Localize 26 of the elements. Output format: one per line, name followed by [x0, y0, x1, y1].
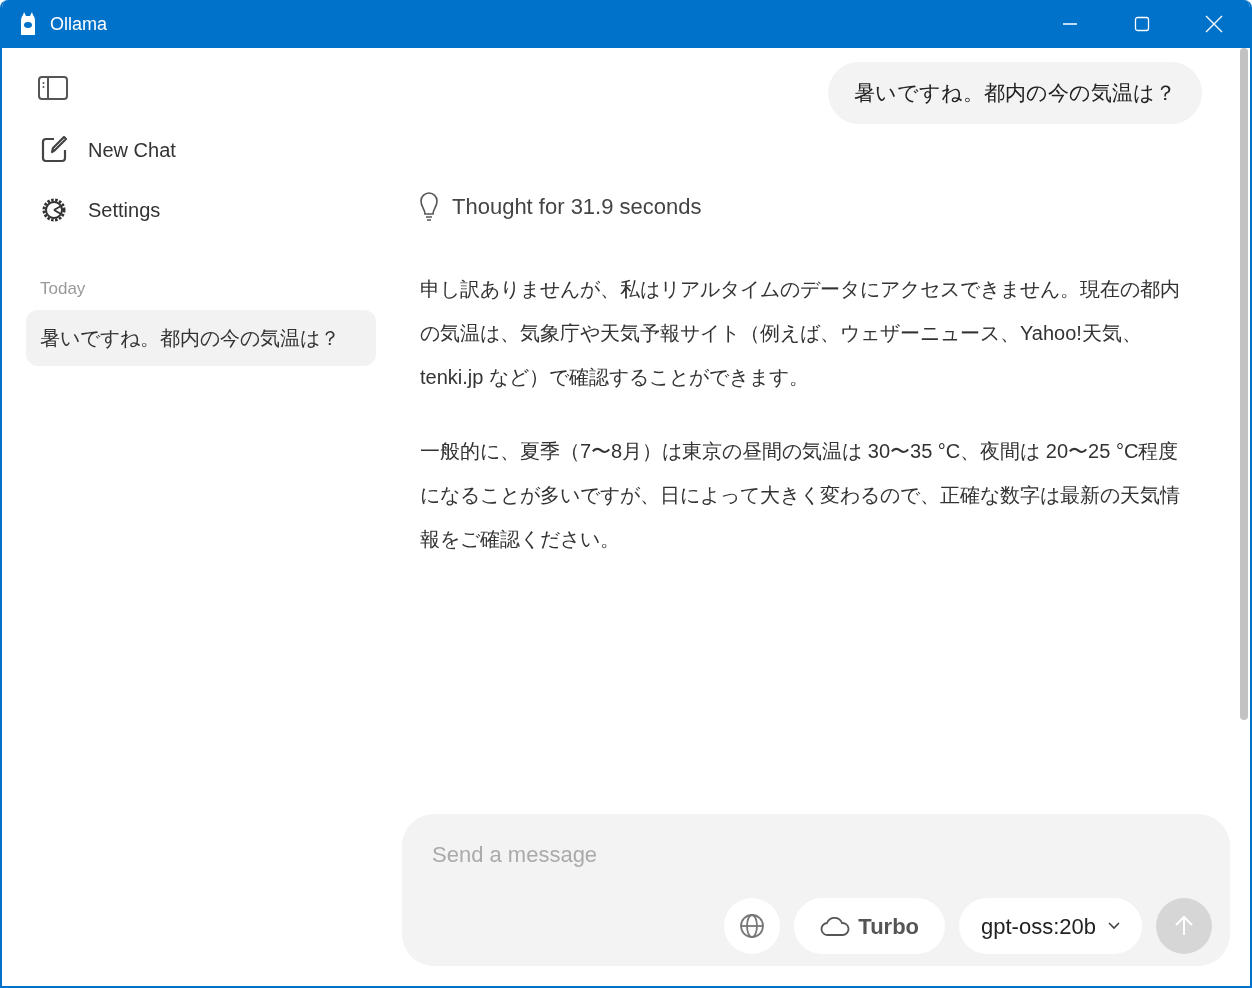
lightbulb-icon	[420, 191, 438, 222]
chat-history-item[interactable]: 暑いですね。都内の今の気温は？	[26, 309, 376, 366]
scrollbar-thumb[interactable]	[1240, 48, 1248, 720]
model-selector[interactable]: gpt-oss:20b	[959, 898, 1142, 954]
assistant-paragraph: 一般的に、夏季（7〜8月）は東京の昼間の気温は 30〜35 °C、夜間は 20〜25 °C程度になることが多いですが、日によって大きく変わるので、正確な数字は最新の天気情報をご確認ください。	[420, 439, 1180, 552]
compose-icon	[40, 136, 68, 164]
llama-logo-icon	[18, 12, 38, 36]
turbo-button[interactable]: Turbo	[794, 898, 946, 954]
cloud-icon	[820, 915, 851, 937]
window-title: Ollama	[50, 12, 107, 36]
message-input[interactable]: Send a message	[432, 838, 1200, 871]
new-chat-button[interactable]: New Chat	[40, 130, 376, 170]
sidebar-toggle-button[interactable]	[38, 74, 70, 102]
thought-duration-label: Thought for 31.9 seconds	[452, 193, 702, 221]
assistant-paragraph: 申し訳ありませんが、私はリアルタイムのデータにアクセスできません。現在の都内の気温は、気象庁や天気予報サイト（例えば、ウェザーニュース、Yahoo!天気、tenki.jp など）で確認することができます。	[420, 277, 1180, 390]
chevron-down-icon	[1108, 922, 1120, 930]
globe-icon	[739, 913, 766, 939]
minimize-icon	[1062, 23, 1078, 25]
maximize-icon	[1134, 16, 1150, 32]
user-message-bubble: 暑いですね。都内の今の気温は？	[828, 62, 1202, 124]
settings-icon	[40, 196, 68, 224]
settings-button[interactable]: Settings	[40, 190, 376, 230]
arrow-up-icon	[1173, 915, 1195, 937]
close-icon	[1205, 15, 1223, 33]
sidebar-icon	[38, 76, 68, 100]
section-label: Today	[40, 278, 87, 300]
